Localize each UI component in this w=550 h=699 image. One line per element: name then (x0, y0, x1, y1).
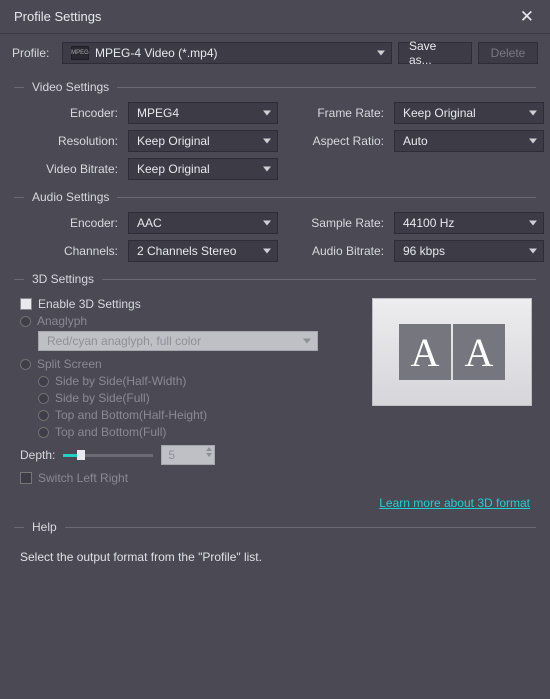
delete-button: Delete (478, 42, 538, 64)
samplerate-select[interactable]: 44100 Hz (394, 212, 544, 234)
checkbox-icon (20, 472, 32, 484)
help-text: Select the output format from the "Profi… (14, 542, 536, 564)
chevron-down-icon (263, 249, 271, 254)
radio-icon (38, 427, 49, 438)
resolution-label: Resolution: (20, 134, 120, 148)
sbs-half-radio: Side by Side(Half-Width) (38, 374, 362, 388)
chevron-down-icon (263, 221, 271, 226)
anaglyph-radio: Anaglyph (20, 314, 362, 328)
help-section: Help Select the output format from the "… (14, 520, 536, 564)
switch-lr-label: Switch Left Right (38, 471, 128, 485)
framerate-label: Frame Rate: (286, 106, 386, 120)
audio-bitrate-label: Audio Bitrate: (286, 244, 386, 258)
chevron-down-icon (529, 221, 537, 226)
anaglyph-select: Red/cyan anaglyph, full color (38, 331, 318, 351)
radio-icon (38, 410, 49, 421)
radio-icon (20, 359, 31, 370)
profile-bar: Profile: MPEG MPEG-4 Video (*.mp4) Save … (0, 34, 550, 70)
chevron-down-icon (263, 167, 271, 172)
framerate-select[interactable]: Keep Original (394, 102, 544, 124)
audio-header-text: Audio Settings (32, 190, 109, 204)
radio-icon (38, 376, 49, 387)
profile-label: Profile: (12, 46, 56, 60)
tb-half-radio: Top and Bottom(Half-Height) (38, 408, 362, 422)
window-title: Profile Settings (14, 9, 101, 24)
threed-section: 3D Settings Enable 3D Settings Anaglyph … (14, 272, 536, 510)
video-encoder-select[interactable]: MPEG4 (128, 102, 278, 124)
section-header: Video Settings (14, 80, 536, 94)
sbs-full-radio: Side by Side(Full) (38, 391, 362, 405)
chevron-down-icon (529, 249, 537, 254)
section-header: Help (14, 520, 536, 534)
titlebar: Profile Settings ✕ (0, 0, 550, 34)
section-header: 3D Settings (14, 272, 536, 286)
video-bitrate-select[interactable]: Keep Original (128, 158, 278, 180)
mpeg-icon: MPEG (71, 46, 89, 60)
anaglyph-label: Anaglyph (37, 314, 87, 328)
radio-icon (38, 393, 49, 404)
aspect-label: Aspect Ratio: (286, 134, 386, 148)
close-icon[interactable]: ✕ (514, 3, 540, 31)
tb-full-radio: Top and Bottom(Full) (38, 425, 362, 439)
checkbox-icon (20, 298, 32, 310)
profile-value: MPEG-4 Video (*.mp4) (95, 46, 218, 60)
help-header-text: Help (32, 520, 57, 534)
video-section: Video Settings Encoder: MPEG4 Frame Rate… (14, 80, 536, 180)
video-bitrate-label: Video Bitrate: (20, 162, 120, 176)
chevron-down-icon (263, 139, 271, 144)
radio-icon (20, 316, 31, 327)
split-screen-radio: Split Screen (20, 357, 362, 371)
threed-header-text: 3D Settings (32, 272, 94, 286)
depth-label: Depth: (20, 448, 55, 462)
video-header-text: Video Settings (32, 80, 109, 94)
audio-bitrate-select[interactable]: 96 kbps (394, 240, 544, 262)
profile-select[interactable]: MPEG MPEG-4 Video (*.mp4) (62, 42, 392, 64)
learn-more-link[interactable]: Learn more about 3D format (379, 496, 530, 510)
video-encoder-label: Encoder: (20, 106, 120, 120)
samplerate-label: Sample Rate: (286, 216, 386, 230)
audio-encoder-label: Encoder: (20, 216, 120, 230)
switch-lr-checkbox: Switch Left Right (20, 471, 362, 485)
chevron-down-icon (529, 111, 537, 116)
aspect-select[interactable]: Auto (394, 130, 544, 152)
enable-3d-label: Enable 3D Settings (38, 297, 141, 311)
preview-a-left: A (399, 324, 451, 380)
stepper-down-icon (206, 453, 212, 457)
chevron-down-icon (303, 339, 311, 344)
audio-section: Audio Settings Encoder: AAC Sample Rate:… (14, 190, 536, 262)
section-header: Audio Settings (14, 190, 536, 204)
enable-3d-checkbox[interactable]: Enable 3D Settings (20, 297, 362, 311)
audio-encoder-select[interactable]: AAC (128, 212, 278, 234)
save-as-button[interactable]: Save as... (398, 42, 472, 64)
channels-select[interactable]: 2 Channels Stereo (128, 240, 278, 262)
depth-slider[interactable] (63, 448, 153, 462)
depth-input: 5 (161, 445, 215, 465)
preview-a-right: A (453, 324, 505, 380)
depth-row: Depth: 5 (20, 445, 362, 465)
chevron-down-icon (529, 139, 537, 144)
stepper-up-icon (206, 447, 212, 451)
chevron-down-icon (377, 51, 385, 56)
split-label: Split Screen (37, 357, 102, 371)
channels-label: Channels: (20, 244, 120, 258)
resolution-select[interactable]: Keep Original (128, 130, 278, 152)
threed-preview: A A (372, 298, 532, 406)
chevron-down-icon (263, 111, 271, 116)
